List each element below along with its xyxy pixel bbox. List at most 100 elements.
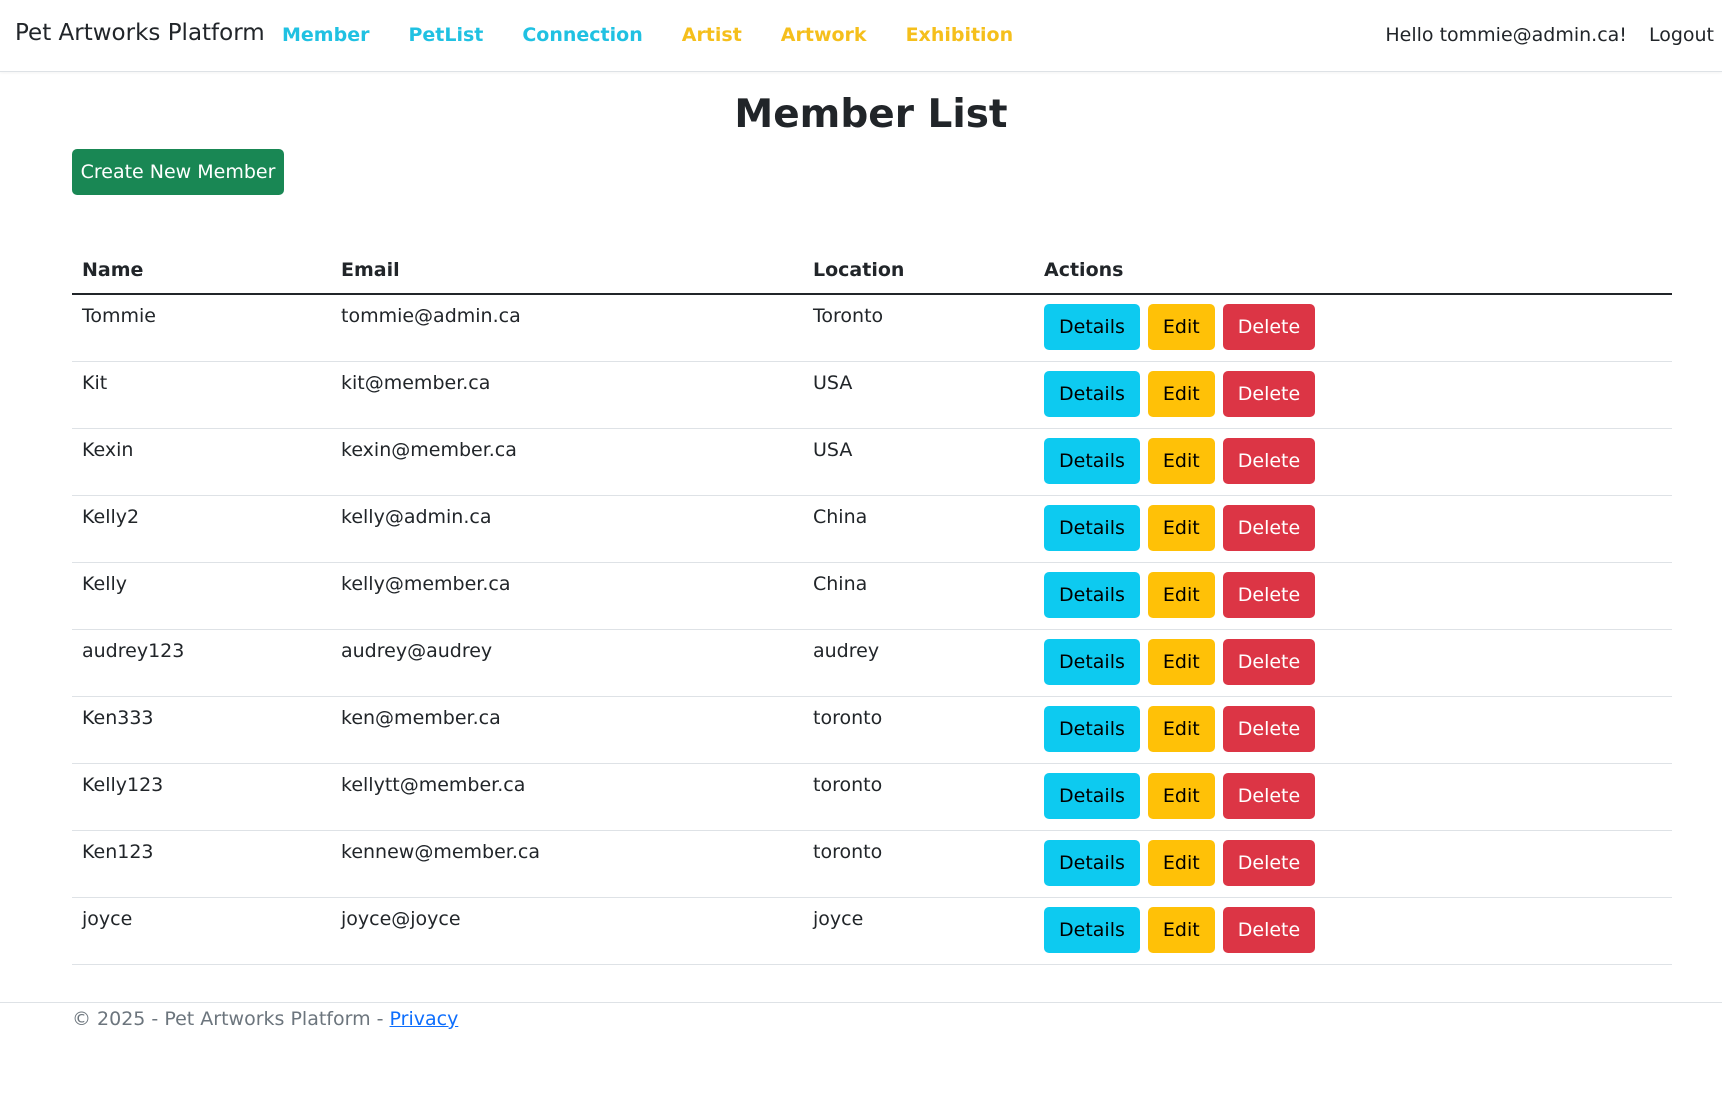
nav-link-exhibition[interactable]: Exhibition [906, 24, 1014, 46]
cell-actions: Details Edit Delete [1034, 428, 1672, 496]
cell-actions: Details Edit Delete [1034, 629, 1672, 697]
cell-email: ken@member.ca [331, 696, 803, 764]
navbar: Pet Artworks Platform Member PetList Con… [0, 0, 1722, 72]
table-body: Tommie tommie@admin.ca Toronto Details Edit… [72, 294, 1672, 965]
cell-location: China [803, 495, 1034, 563]
details-button[interactable]: Details [1044, 370, 1140, 417]
table-row: Kit kit@member.ca USA Details Edit Delete [72, 361, 1672, 429]
cell-actions: Details Edit Delete [1034, 897, 1672, 965]
table-row: audrey123 audrey@audrey audrey Details Edit… [72, 629, 1672, 697]
page-title: Member List [734, 92, 1008, 137]
member-table-container: Name Email Location Actions Tommie tommie… [72, 247, 1672, 965]
details-button[interactable]: Details [1044, 504, 1140, 551]
edit-button[interactable]: Edit [1147, 370, 1215, 417]
cell-email: tommie@admin.ca [331, 294, 803, 362]
cell-location: audrey [803, 629, 1034, 697]
edit-button[interactable]: Edit [1147, 839, 1215, 886]
cell-name: Kelly123 [72, 763, 331, 831]
privacy-link[interactable]: Privacy [390, 1008, 459, 1030]
footer-text: © 2025 - Pet Artworks Platform - Privacy [72, 1008, 458, 1030]
create-new-member-button[interactable]: Create New Member [72, 149, 284, 195]
cell-email: kelly@member.ca [331, 562, 803, 630]
edit-button[interactable]: Edit [1147, 304, 1215, 350]
edit-button[interactable]: Edit [1147, 772, 1215, 819]
nav-link-member[interactable]: Member [282, 24, 369, 46]
delete-button[interactable]: Delete [1222, 304, 1316, 350]
logout-link[interactable]: Logout [1649, 24, 1714, 46]
cell-location: joyce [803, 897, 1034, 965]
details-button[interactable]: Details [1044, 839, 1140, 886]
cell-actions: Details Edit Delete [1034, 495, 1672, 563]
cell-email: joyce@joyce [331, 897, 803, 965]
details-button[interactable]: Details [1044, 772, 1140, 819]
cell-location: USA [803, 428, 1034, 496]
cell-location: Toronto [803, 294, 1034, 362]
header-location: Location [803, 247, 1034, 295]
table-row: Kelly kelly@member.ca China Details Edit De… [72, 562, 1672, 630]
header-email: Email [331, 247, 803, 295]
table-header-row: Name Email Location Actions [72, 247, 1672, 295]
edit-button[interactable]: Edit [1147, 571, 1215, 618]
cell-email: kit@member.ca [331, 361, 803, 429]
table-header: Name Email Location Actions [72, 247, 1672, 295]
delete-button[interactable]: Delete [1222, 571, 1316, 618]
edit-button[interactable]: Edit [1147, 504, 1215, 551]
table-row: Ken123 kennew@member.ca toronto Details Edi… [72, 830, 1672, 898]
cell-email: audrey@audrey [331, 629, 803, 697]
details-button[interactable]: Details [1044, 705, 1140, 752]
cell-location: toronto [803, 696, 1034, 764]
cell-location: USA [803, 361, 1034, 429]
cell-actions: Details Edit Delete [1034, 361, 1672, 429]
cell-actions: Details Edit Delete [1034, 294, 1672, 362]
cell-email: kellytt@member.ca [331, 763, 803, 831]
cell-actions: Details Edit Delete [1034, 562, 1672, 630]
delete-button[interactable]: Delete [1222, 906, 1316, 953]
user-greeting: Hello tommie@admin.ca! [1385, 24, 1627, 46]
cell-location: toronto [803, 830, 1034, 898]
cell-name: Ken333 [72, 696, 331, 764]
delete-button[interactable]: Delete [1222, 437, 1316, 484]
cell-email: kexin@member.ca [331, 428, 803, 496]
nav-links: Member PetList Connection Artist Artwork… [282, 24, 1052, 46]
cell-name: Kelly2 [72, 495, 331, 563]
delete-button[interactable]: Delete [1222, 370, 1316, 417]
header-name: Name [72, 247, 331, 295]
copyright-text: © 2025 - Pet Artworks Platform - [72, 1008, 390, 1030]
cell-actions: Details Edit Delete [1034, 696, 1672, 764]
edit-button[interactable]: Edit [1147, 705, 1215, 752]
table-row: Tommie tommie@admin.ca Toronto Details Edit… [72, 294, 1672, 362]
cell-name: Kit [72, 361, 331, 429]
table-row: Ken333 ken@member.ca toronto Details Edit D… [72, 696, 1672, 764]
details-button[interactable]: Details [1044, 906, 1140, 953]
cell-name: Kelly [72, 562, 331, 630]
details-button[interactable]: Details [1044, 571, 1140, 618]
edit-button[interactable]: Edit [1147, 437, 1215, 484]
cell-name: Kexin [72, 428, 331, 496]
delete-button[interactable]: Delete [1222, 772, 1316, 819]
cell-email: kelly@admin.ca [331, 495, 803, 563]
brand-link[interactable]: Pet Artworks Platform [15, 20, 265, 46]
details-button[interactable]: Details [1044, 638, 1140, 685]
nav-link-connection[interactable]: Connection [522, 24, 642, 46]
table-row: joyce joyce@joyce joyce Details Edit Delete [72, 897, 1672, 965]
nav-link-petlist[interactable]: PetList [408, 24, 483, 46]
delete-button[interactable]: Delete [1222, 504, 1316, 551]
cell-name: Ken123 [72, 830, 331, 898]
edit-button[interactable]: Edit [1147, 638, 1215, 685]
cell-location: toronto [803, 763, 1034, 831]
details-button[interactable]: Details [1044, 437, 1140, 484]
nav-link-artwork[interactable]: Artwork [781, 24, 867, 46]
table-row: Kelly123 kellytt@member.ca toronto Details … [72, 763, 1672, 831]
delete-button[interactable]: Delete [1222, 705, 1316, 752]
details-button[interactable]: Details [1044, 304, 1140, 350]
edit-button[interactable]: Edit [1147, 906, 1215, 953]
nav-user-area: Hello tommie@admin.ca! Logout [1385, 24, 1714, 46]
cell-actions: Details Edit Delete [1034, 763, 1672, 831]
cell-name: audrey123 [72, 629, 331, 697]
footer: © 2025 - Pet Artworks Platform - Privacy [0, 1002, 1722, 1042]
delete-button[interactable]: Delete [1222, 839, 1316, 886]
cell-email: kennew@member.ca [331, 830, 803, 898]
delete-button[interactable]: Delete [1222, 638, 1316, 685]
nav-link-artist[interactable]: Artist [682, 24, 742, 46]
table-row: Kexin kexin@member.ca USA Details Edit Dele… [72, 428, 1672, 496]
